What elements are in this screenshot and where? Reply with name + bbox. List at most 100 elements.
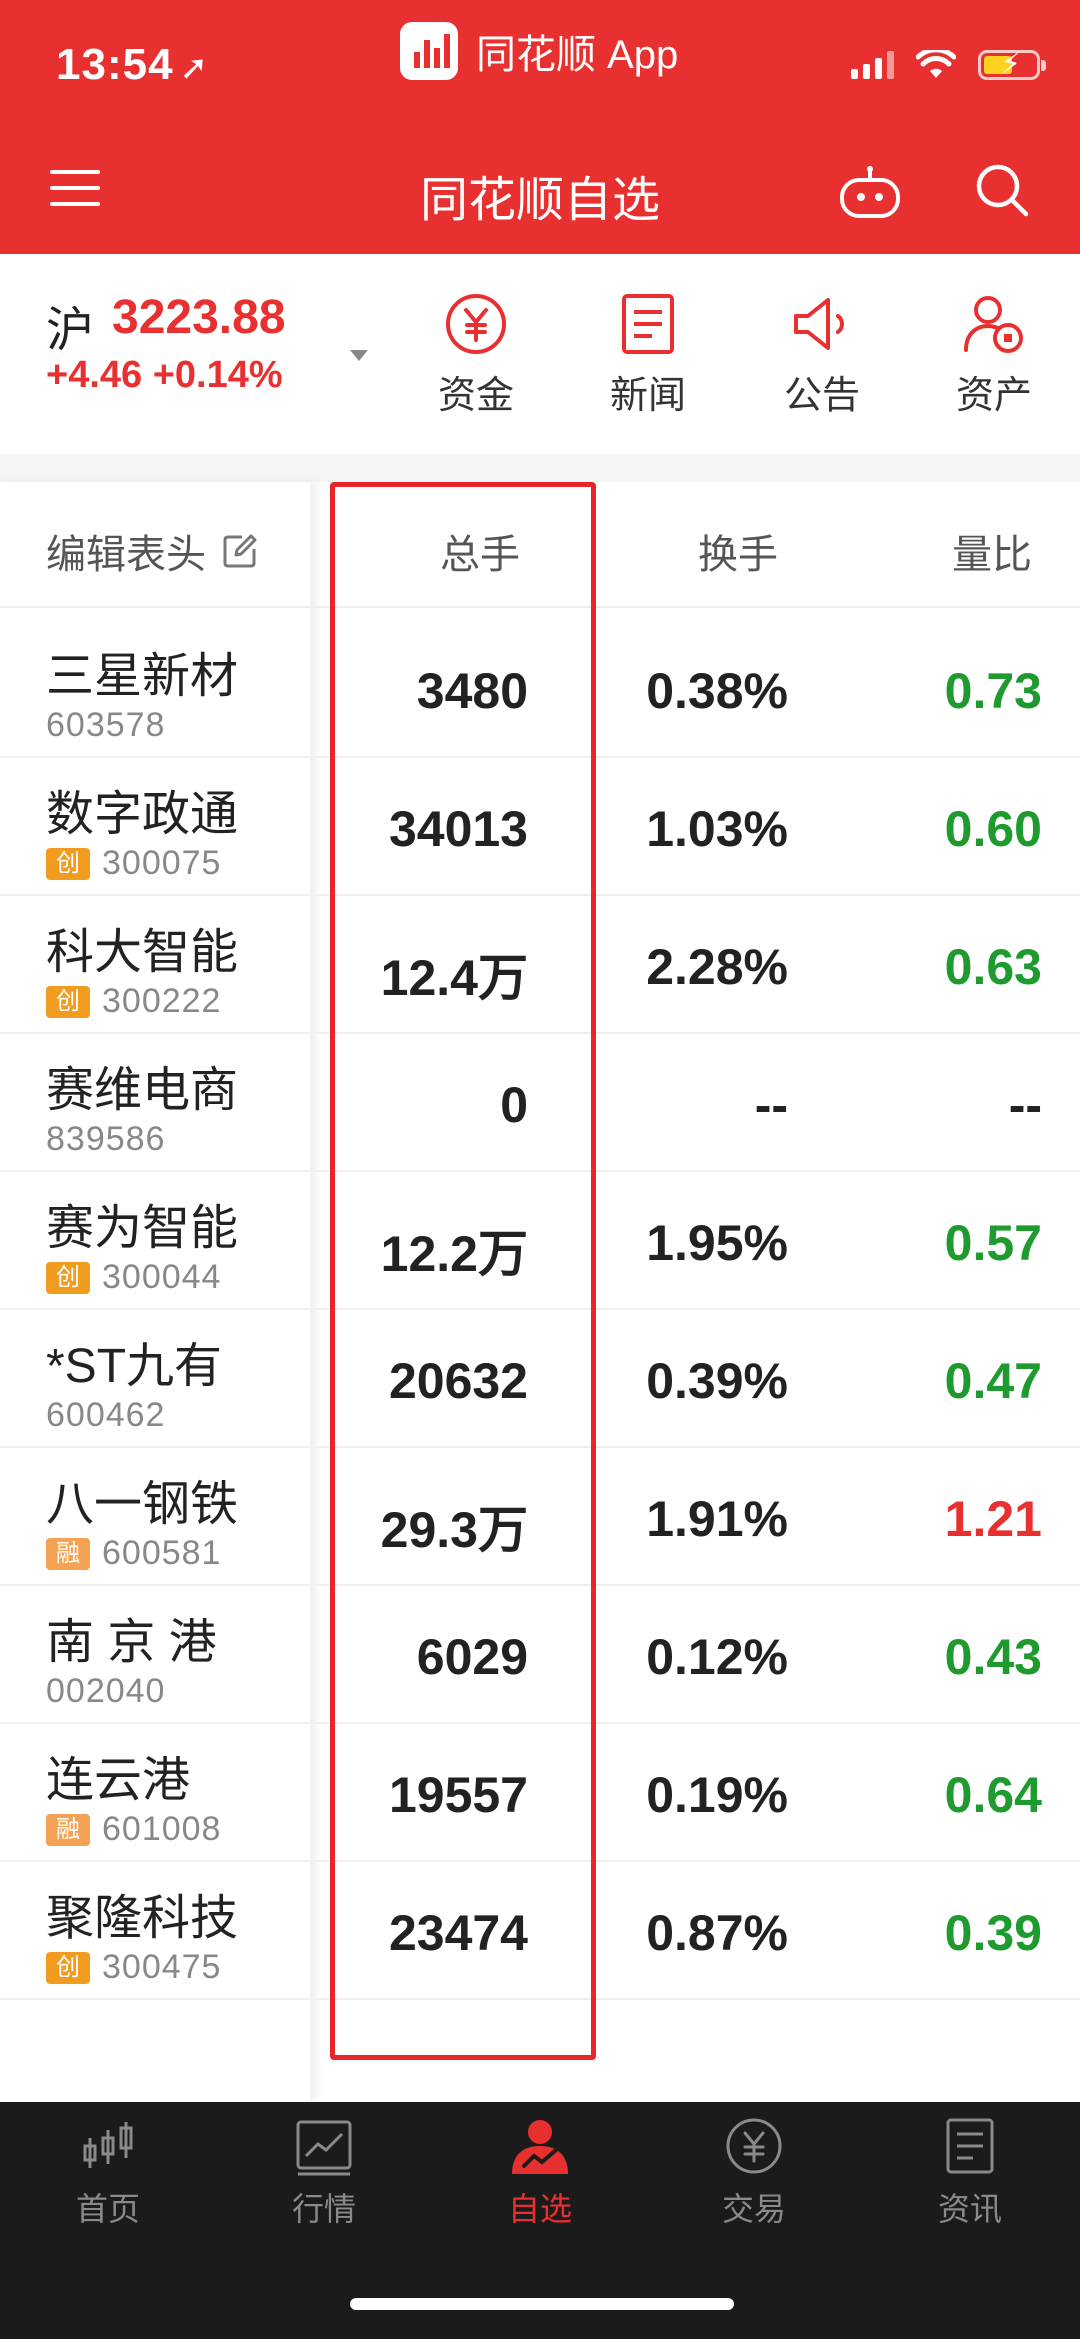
table-row[interactable]: 科大智能创 300222 12.4万 2.28% 0.63 — [0, 896, 1080, 1034]
nav-trade[interactable]: 交易 — [674, 2116, 834, 2230]
table-header: 编辑表头 总手 换手 量比 — [0, 482, 1080, 608]
turnover-cell: 0.38% — [646, 663, 788, 719]
yuan-circle-icon — [726, 2118, 782, 2174]
stock-name: 赛为智能 — [46, 1202, 239, 1255]
stock-code: 002040 — [46, 1672, 166, 1710]
stock-name: 八一钢铁 — [46, 1478, 239, 1531]
stock-name: 聚隆科技 — [46, 1892, 239, 1945]
nav-label: 首页 — [75, 2191, 140, 2227]
market-badge: 创 — [46, 1951, 90, 1984]
turnover-cell: 1.91% — [646, 1491, 788, 1547]
total-volume-cell: 29.3万 — [380, 1502, 528, 1558]
index-bar: 沪 3223.88 +4.46 +0.14% 资金 新闻 公告 资产 — [0, 254, 1080, 454]
stock-code: 300222 — [102, 982, 222, 1020]
home-indicator[interactable] — [350, 2298, 734, 2310]
quick-action-label: 公告 — [783, 375, 860, 417]
chart-icon — [296, 2120, 352, 2176]
table-row[interactable]: 连云港融 601008 19557 0.19% 0.64 — [0, 1724, 1080, 1862]
volume-ratio-cell: 0.73 — [944, 663, 1042, 719]
total-volume-cell: 12.2万 — [380, 1226, 528, 1282]
nav-watchlist[interactable]: 自选 — [460, 2116, 620, 2230]
volume-ratio-cell: 0.43 — [944, 1629, 1042, 1685]
turnover-cell: 0.12% — [646, 1629, 788, 1685]
nav-market[interactable]: 行情 — [244, 2116, 404, 2230]
market-badge: 融 — [46, 1537, 90, 1570]
table-row[interactable]: 赛维电商 839586 0 -- -- — [0, 1034, 1080, 1172]
total-volume-cell: 3480 — [416, 663, 528, 719]
table-row[interactable]: 聚隆科技创 300475 23474 0.87% 0.39 — [0, 1862, 1080, 2000]
status-indicators: ⚡ — [851, 48, 1046, 80]
edit-header-button[interactable]: 编辑表头 — [46, 522, 258, 580]
robot-assistant-icon[interactable] — [838, 164, 902, 220]
total-volume-cell: 23474 — [388, 1905, 528, 1961]
index-market: 沪 — [46, 304, 95, 357]
quick-action-assets[interactable]: 资产 — [934, 292, 1054, 419]
market-badge: 创 — [46, 847, 90, 880]
stock-code: 600581 — [102, 1534, 222, 1572]
table-row[interactable]: 三星新材 603578 3480 0.38% 0.73 — [0, 620, 1080, 758]
total-volume-cell: 12.4万 — [380, 950, 528, 1006]
table-row[interactable]: 数字政通创 300075 34013 1.03% 0.60 — [0, 758, 1080, 896]
total-volume-cell: 19557 — [388, 1767, 528, 1823]
column-header-total-volume[interactable]: 总手 — [440, 522, 520, 580]
market-badge: 融 — [46, 1813, 90, 1846]
stock-name: 科大智能 — [46, 926, 239, 979]
status-app-label[interactable]: 同花顺 App — [400, 22, 678, 80]
volume-ratio-cell: 0.47 — [944, 1353, 1042, 1409]
table-row[interactable]: 赛为智能创 300044 12.2万 1.95% 0.57 — [0, 1172, 1080, 1310]
watchlist-table: 编辑表头 总手 换手 量比 三星新材 603578 3480 0.38% 0.73 数字政… — [0, 482, 1080, 2102]
table-row[interactable]: 南 京 港 002040 6029 0.12% 0.43 — [0, 1586, 1080, 1724]
turnover-cell: -- — [754, 1077, 788, 1133]
quick-action-announcements[interactable]: 公告 — [762, 292, 882, 419]
megaphone-icon — [794, 298, 844, 350]
caret-down-icon[interactable] — [350, 350, 368, 361]
turnover-cell: 0.87% — [646, 1905, 788, 1961]
table-row[interactable]: *ST九有 600462 20632 0.39% 0.47 — [0, 1310, 1080, 1448]
stock-name: *ST九有 — [46, 1340, 223, 1393]
stock-code: 300075 — [102, 844, 222, 882]
battery-icon: ⚡ — [978, 48, 1046, 80]
quick-action-label: 资金 — [437, 375, 514, 417]
turnover-cell: 2.28% — [646, 939, 788, 995]
search-icon[interactable] — [972, 160, 1032, 220]
user-asset-icon — [964, 296, 1023, 353]
stock-code-wrap: 839586 — [46, 1120, 165, 1159]
news-doc-icon — [622, 294, 674, 354]
stock-name: 数字政通 — [46, 788, 239, 841]
page-title: 同花顺自选 — [419, 174, 660, 227]
stock-code-wrap: 创 300222 — [46, 982, 221, 1021]
table-row[interactable]: 八一钢铁融 600581 29.3万 1.91% 1.21 — [0, 1448, 1080, 1586]
stock-code-wrap: 600462 — [46, 1396, 165, 1435]
stock-code: 300475 — [102, 1948, 222, 1986]
stock-code-wrap: 603578 — [46, 706, 165, 745]
market-badge: 创 — [46, 985, 90, 1018]
volume-ratio-cell: 0.39 — [944, 1905, 1042, 1961]
volume-ratio-cell: 0.64 — [944, 1767, 1042, 1823]
index-value: 3223.88 — [112, 291, 286, 344]
nav-label: 自选 — [507, 2191, 572, 2227]
nav-label: 行情 — [291, 2191, 356, 2227]
quick-action-news[interactable]: 新闻 — [588, 292, 708, 419]
status-time-text: 13:54 — [56, 40, 174, 89]
volume-ratio-cell: 0.63 — [944, 939, 1042, 995]
stock-code: 603578 — [46, 706, 166, 744]
total-volume-cell: 34013 — [388, 801, 528, 857]
location-arrow-icon: ➚ — [179, 49, 210, 87]
nav-label: 资讯 — [937, 2191, 1002, 2227]
quick-action-label: 资产 — [955, 375, 1032, 417]
market-badge: 创 — [46, 1261, 90, 1294]
quick-action-label: 新闻 — [609, 375, 686, 417]
news-doc-icon — [946, 2118, 994, 2174]
total-volume-cell: 0 — [500, 1077, 528, 1133]
status-app-text: 同花顺 App — [476, 33, 679, 77]
volume-ratio-cell: -- — [1008, 1077, 1042, 1133]
column-header-turnover[interactable]: 换手 — [698, 522, 778, 580]
total-volume-cell: 6029 — [416, 1629, 528, 1685]
index-change: +4.46 +0.14% — [46, 354, 283, 396]
watchlist-icon — [512, 2120, 568, 2174]
nav-home[interactable]: 首页 — [28, 2116, 188, 2230]
nav-news[interactable]: 资讯 — [890, 2116, 1050, 2230]
quick-action-funds[interactable]: 资金 — [416, 292, 536, 419]
column-header-volume-ratio[interactable]: 量比 — [952, 522, 1032, 580]
candlestick-icon — [83, 2122, 133, 2168]
